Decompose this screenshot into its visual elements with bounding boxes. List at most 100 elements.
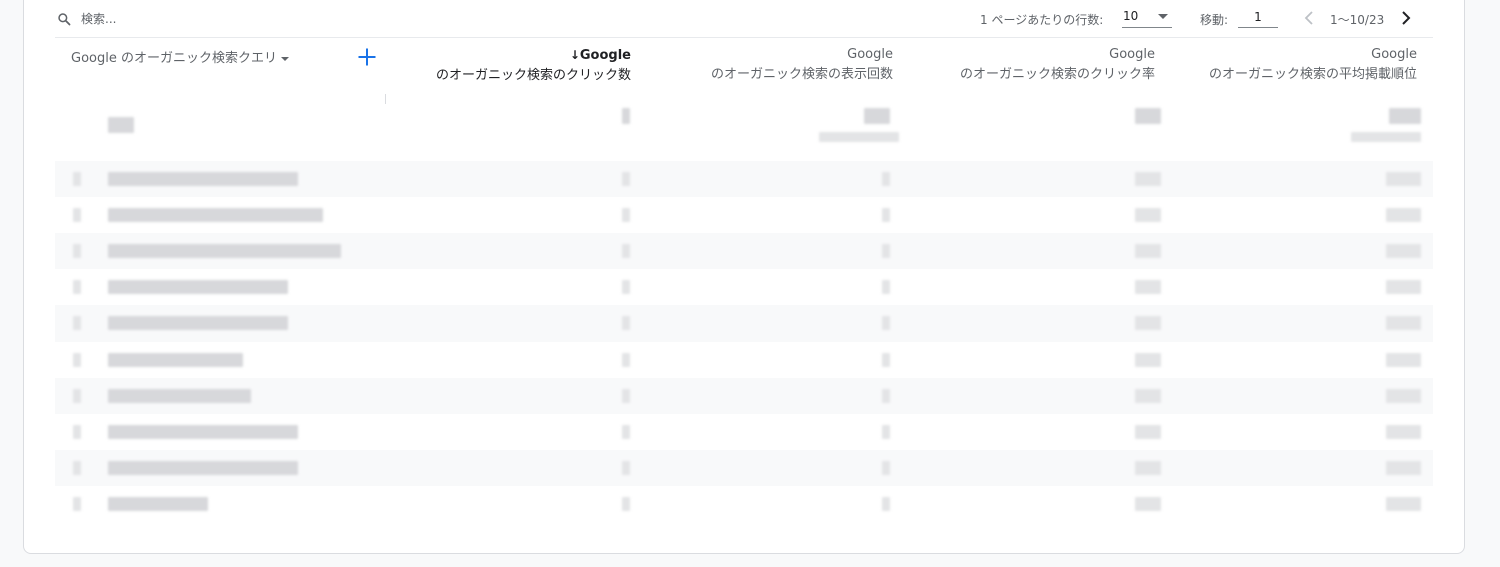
table-row[interactable] xyxy=(55,342,1433,378)
redacted-query xyxy=(108,497,208,511)
redacted-position xyxy=(1386,280,1421,294)
page-range-label: 1〜10/23 xyxy=(1330,13,1385,27)
add-icon[interactable] xyxy=(355,45,379,69)
redacted-clicks xyxy=(622,461,630,475)
impressions-header-line1: Google xyxy=(847,47,893,62)
redacted-impressions xyxy=(882,280,890,294)
redacted-ctr xyxy=(1135,316,1161,330)
goto-label: 移動: xyxy=(1200,13,1229,27)
arrow-down-icon: ↓ xyxy=(569,48,580,62)
redacted-impressions xyxy=(882,497,890,511)
table-row[interactable] xyxy=(55,233,1433,269)
redacted-impressions xyxy=(882,244,890,258)
position-column-header[interactable]: Google のオーガニック検索の平均掲載順位 xyxy=(1209,45,1417,85)
redacted-position xyxy=(1386,353,1421,367)
table-row[interactable] xyxy=(55,305,1433,342)
redacted-position xyxy=(1386,461,1421,475)
redacted-row-index xyxy=(73,280,81,294)
redacted-query xyxy=(108,353,243,367)
goto-page-input[interactable] xyxy=(1238,6,1278,28)
redacted-ctr xyxy=(1135,425,1161,439)
redacted-ctr xyxy=(1135,208,1161,222)
redacted-impressions xyxy=(882,208,890,222)
search-icon xyxy=(58,13,71,26)
redacted-impressions xyxy=(882,461,890,475)
redacted-query xyxy=(108,461,298,475)
redacted-impressions xyxy=(882,316,890,330)
rows-per-page-label: 1 ページあたりの行数: xyxy=(980,13,1104,27)
table-body xyxy=(55,161,1433,522)
redacted-ctr xyxy=(1135,244,1161,258)
table-row[interactable] xyxy=(55,197,1433,233)
table-header: Google のオーガニック検索クエリ ↓Google のオーガニック検索のクリ… xyxy=(55,38,1433,104)
chevron-right-icon xyxy=(1402,11,1411,25)
redacted-total-impressions xyxy=(864,108,890,124)
redacted-total-position-sub xyxy=(1351,132,1421,142)
redacted-position xyxy=(1386,316,1421,330)
redacted-clicks xyxy=(622,244,630,258)
redacted-query xyxy=(108,208,323,222)
table-row[interactable] xyxy=(55,450,1433,486)
search-input[interactable] xyxy=(81,8,381,30)
redacted-impressions xyxy=(882,353,890,367)
redacted-total-label xyxy=(108,117,134,133)
rows-per-page-select[interactable]: 10 xyxy=(1122,6,1172,28)
prev-page-button[interactable] xyxy=(1300,8,1318,28)
redacted-impressions xyxy=(882,389,890,403)
redacted-impressions xyxy=(882,425,890,439)
table-row[interactable] xyxy=(55,161,1433,197)
redacted-position xyxy=(1386,172,1421,186)
ctr-header-line2: のオーガニック検索のクリック率 xyxy=(959,67,1155,82)
redacted-clicks xyxy=(622,208,630,222)
redacted-clicks xyxy=(622,389,630,403)
redacted-query xyxy=(108,316,288,330)
redacted-query xyxy=(108,425,298,439)
ctr-header-line1: Google xyxy=(1109,47,1155,62)
redacted-row-index xyxy=(73,389,81,403)
redacted-query xyxy=(108,389,251,403)
table-toolbar: 1 ページあたりの行数: 10 移動: 1〜10/23 xyxy=(55,0,1433,38)
impressions-column-header[interactable]: Google のオーガニック検索の表示回数 xyxy=(711,45,893,85)
impressions-header-line2: のオーガニック検索の表示回数 xyxy=(710,67,893,82)
redacted-ctr xyxy=(1135,389,1161,403)
redacted-clicks xyxy=(622,316,630,330)
chevron-down-icon xyxy=(1158,14,1168,19)
query-column-header[interactable]: Google のオーガニック検索クエリ xyxy=(71,47,289,66)
redacted-ctr xyxy=(1135,353,1161,367)
redacted-impressions xyxy=(882,172,890,186)
redacted-total-impressions-sub xyxy=(819,132,899,142)
redacted-row-index xyxy=(73,497,81,511)
clicks-header-line2: のオーガニック検索のクリック数 xyxy=(435,68,631,83)
totals-row xyxy=(55,100,1433,154)
redacted-row-index xyxy=(73,172,81,186)
redacted-row-index xyxy=(73,208,81,222)
clicks-header-line1: Google xyxy=(579,48,631,63)
redacted-position xyxy=(1386,389,1421,403)
next-page-button[interactable] xyxy=(1397,8,1415,28)
redacted-row-index xyxy=(73,244,81,258)
redacted-query xyxy=(108,172,298,186)
rows-per-page-value: 10 xyxy=(1123,9,1139,23)
table-row[interactable] xyxy=(55,414,1433,450)
redacted-clicks xyxy=(622,353,630,367)
redacted-row-index xyxy=(73,353,81,367)
redacted-ctr xyxy=(1135,172,1161,186)
chevron-left-icon xyxy=(1304,11,1313,25)
clicks-column-header[interactable]: ↓Google のオーガニック検索のクリック数 xyxy=(436,45,631,86)
redacted-clicks xyxy=(622,172,630,186)
redacted-clicks xyxy=(622,497,630,511)
redacted-ctr xyxy=(1135,280,1161,294)
query-column-label: Google のオーガニック検索クエリ xyxy=(71,51,277,66)
redacted-ctr xyxy=(1135,461,1161,475)
table-row[interactable] xyxy=(55,486,1433,522)
ctr-column-header[interactable]: Google のオーガニック検索のクリック率 xyxy=(960,45,1155,85)
redacted-total-clicks xyxy=(622,108,630,124)
table-row[interactable] xyxy=(55,269,1433,305)
position-header-line1: Google xyxy=(1371,47,1417,62)
redacted-ctr xyxy=(1135,497,1161,511)
table-row[interactable] xyxy=(55,378,1433,414)
redacted-position xyxy=(1386,425,1421,439)
redacted-clicks xyxy=(622,280,630,294)
redacted-row-index xyxy=(73,425,81,439)
redacted-total-position xyxy=(1389,108,1421,124)
